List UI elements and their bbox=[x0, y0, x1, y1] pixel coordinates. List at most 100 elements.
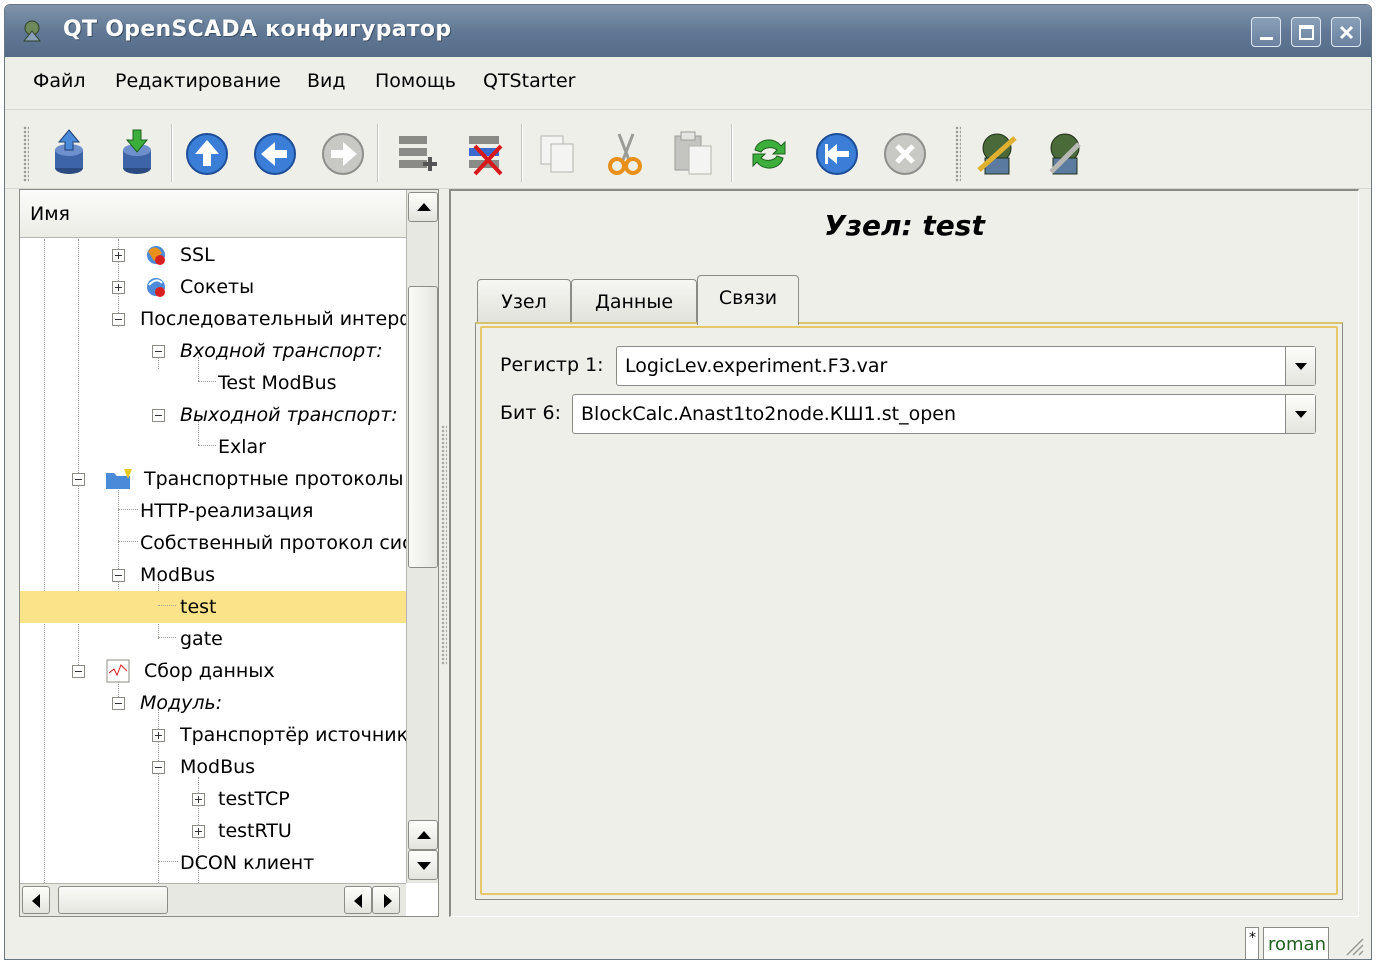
register1-dropdown-button[interactable] bbox=[1285, 347, 1315, 385]
tab-links[interactable]: Связи bbox=[697, 275, 799, 325]
tree-item-self-protocol[interactable]: Собственный протокол сис bbox=[20, 527, 406, 559]
collapse-icon[interactable] bbox=[112, 697, 125, 710]
panel-splitter[interactable] bbox=[441, 425, 447, 665]
tree-horizontal-scrollbar[interactable] bbox=[20, 883, 406, 916]
db-save-icon[interactable] bbox=[111, 128, 163, 180]
tree-item-test-modbus[interactable]: Test ModBus bbox=[20, 367, 406, 399]
cut-icon[interactable] bbox=[599, 128, 651, 180]
tab-data[interactable]: Данные bbox=[571, 279, 697, 323]
menu-file[interactable]: Файл bbox=[33, 70, 86, 92]
start-icon[interactable] bbox=[811, 128, 863, 180]
tree-item-label: SSL bbox=[180, 244, 215, 266]
tree-item-http[interactable]: HTTP-реализация bbox=[20, 495, 406, 527]
delete-item-icon[interactable] bbox=[461, 128, 513, 180]
tree-item-label: Модуль: bbox=[140, 692, 223, 714]
tree-item-modbus-daq[interactable]: ModBus bbox=[20, 751, 406, 783]
collapse-icon[interactable] bbox=[112, 313, 125, 326]
toolbar-grip[interactable] bbox=[23, 126, 29, 182]
toolbar bbox=[5, 109, 1371, 189]
refresh-icon[interactable] bbox=[743, 128, 795, 180]
scroll-up-button[interactable] bbox=[408, 192, 438, 222]
register1-select[interactable]: LogicLev.experiment.F3.var bbox=[616, 346, 1316, 386]
bit6-select[interactable]: BlockCalc.Anast1to2node.КШ1.st_open bbox=[572, 394, 1316, 434]
collapse-icon[interactable] bbox=[152, 409, 165, 422]
back-icon[interactable] bbox=[249, 128, 301, 180]
menu-edit[interactable]: Редактирование bbox=[115, 70, 281, 92]
tree-item-module[interactable]: Модуль: bbox=[20, 687, 406, 719]
paste-icon[interactable] bbox=[667, 128, 719, 180]
status-user[interactable]: roman bbox=[1263, 927, 1329, 959]
openscada-icon[interactable] bbox=[971, 128, 1023, 180]
title-bar[interactable]: QT OpenSCADA конфигуратор bbox=[5, 5, 1371, 57]
stop-icon[interactable] bbox=[879, 128, 931, 180]
tree-item-sockets[interactable]: Сокеты bbox=[20, 271, 406, 303]
expand-icon[interactable] bbox=[192, 793, 205, 806]
tree-item-test-selected[interactable]: test bbox=[20, 591, 406, 623]
toolbar-grip[interactable] bbox=[955, 126, 961, 182]
tree-item-ssl[interactable]: SSL bbox=[20, 239, 406, 271]
openscada-tools-icon[interactable] bbox=[1039, 128, 1091, 180]
expand-icon[interactable] bbox=[112, 249, 125, 262]
scroll-up-button-lower[interactable] bbox=[408, 820, 438, 850]
tree-item-transport-protocols[interactable]: Транспортные протоколы bbox=[20, 463, 406, 495]
tree-item-testrtu[interactable]: testRTU bbox=[20, 815, 406, 847]
collapse-icon[interactable] bbox=[152, 761, 165, 774]
tree-item-output-transport[interactable]: Выходной транспорт: bbox=[20, 399, 406, 431]
status-indicator-text: * bbox=[1249, 930, 1256, 946]
tree-item-exlar[interactable]: Exlar bbox=[20, 431, 406, 463]
openscada-app-icon bbox=[22, 20, 42, 42]
navigation-tree[interactable]: Имя SSL Сокеты Последовательный интерф В… bbox=[19, 189, 439, 917]
menu-qtstarter[interactable]: QTStarter bbox=[483, 70, 575, 92]
folder-icon bbox=[106, 469, 132, 489]
minimize-button[interactable] bbox=[1251, 17, 1281, 47]
collapse-icon[interactable] bbox=[72, 665, 85, 678]
menu-help[interactable]: Помощь bbox=[375, 70, 456, 92]
collapse-icon[interactable] bbox=[72, 473, 85, 486]
tree-item-testtcp[interactable]: testTCP bbox=[20, 783, 406, 815]
copy-icon[interactable] bbox=[531, 128, 583, 180]
tree-item-data-acquisition[interactable]: Сбор данных bbox=[20, 655, 406, 687]
tree-item-label: Собственный протокол сис bbox=[140, 532, 406, 554]
tree-item-label: Test ModBus bbox=[218, 372, 337, 394]
tree-item-dcon-client[interactable]: DCON клиент bbox=[20, 847, 406, 879]
tree-item-label: testRTU bbox=[218, 820, 292, 842]
tab-label: Данные bbox=[594, 291, 674, 313]
status-indicator: * bbox=[1245, 927, 1259, 959]
tab-node[interactable]: Узел bbox=[477, 279, 571, 323]
forward-icon[interactable] bbox=[317, 128, 369, 180]
expand-icon[interactable] bbox=[112, 281, 125, 294]
scroll-left-button-right[interactable] bbox=[344, 886, 372, 914]
expand-icon[interactable] bbox=[152, 729, 165, 742]
add-item-icon[interactable] bbox=[391, 128, 443, 180]
tree-item-input-transport[interactable]: Входной транспорт: bbox=[20, 335, 406, 367]
tree-item-serial-interface[interactable]: Последовательный интерф bbox=[20, 303, 406, 335]
tree-vertical-scrollbar[interactable] bbox=[406, 190, 438, 883]
arrow-down-icon bbox=[417, 862, 431, 870]
toolbar-separator bbox=[731, 124, 733, 182]
scroll-thumb[interactable] bbox=[408, 286, 438, 568]
expand-icon[interactable] bbox=[192, 825, 205, 838]
tree-item-label: Входной транспорт: bbox=[180, 340, 383, 362]
collapse-icon[interactable] bbox=[152, 345, 165, 358]
scroll-left-button[interactable] bbox=[22, 886, 50, 914]
horizontal-scroll-thumb[interactable] bbox=[58, 886, 168, 914]
up-icon[interactable] bbox=[181, 128, 233, 180]
tree-item-label: Транспортные протоколы bbox=[144, 468, 404, 490]
tree-item-gate[interactable]: gate bbox=[20, 623, 406, 655]
status-bar: * roman bbox=[5, 919, 1371, 959]
db-load-icon[interactable] bbox=[43, 128, 95, 180]
bit6-dropdown-button[interactable] bbox=[1285, 395, 1315, 433]
resize-grip-icon[interactable] bbox=[1343, 935, 1365, 957]
arrow-left-icon bbox=[354, 894, 362, 908]
menu-view[interactable]: Вид bbox=[307, 70, 346, 92]
scroll-down-button[interactable] bbox=[408, 850, 438, 880]
tree-body[interactable]: SSL Сокеты Последовательный интерф Входн… bbox=[20, 239, 406, 883]
close-button[interactable] bbox=[1331, 17, 1361, 47]
tree-item-modbus-protocol[interactable]: ModBus bbox=[20, 559, 406, 591]
scroll-right-button[interactable] bbox=[372, 886, 400, 914]
maximize-button[interactable] bbox=[1291, 17, 1321, 47]
tree-item-source-transporter[interactable]: Транспортёр источник bbox=[20, 719, 406, 751]
collapse-icon[interactable] bbox=[112, 569, 125, 582]
tree-item-label: ModBus bbox=[140, 564, 216, 586]
tree-header[interactable]: Имя bbox=[20, 190, 406, 238]
